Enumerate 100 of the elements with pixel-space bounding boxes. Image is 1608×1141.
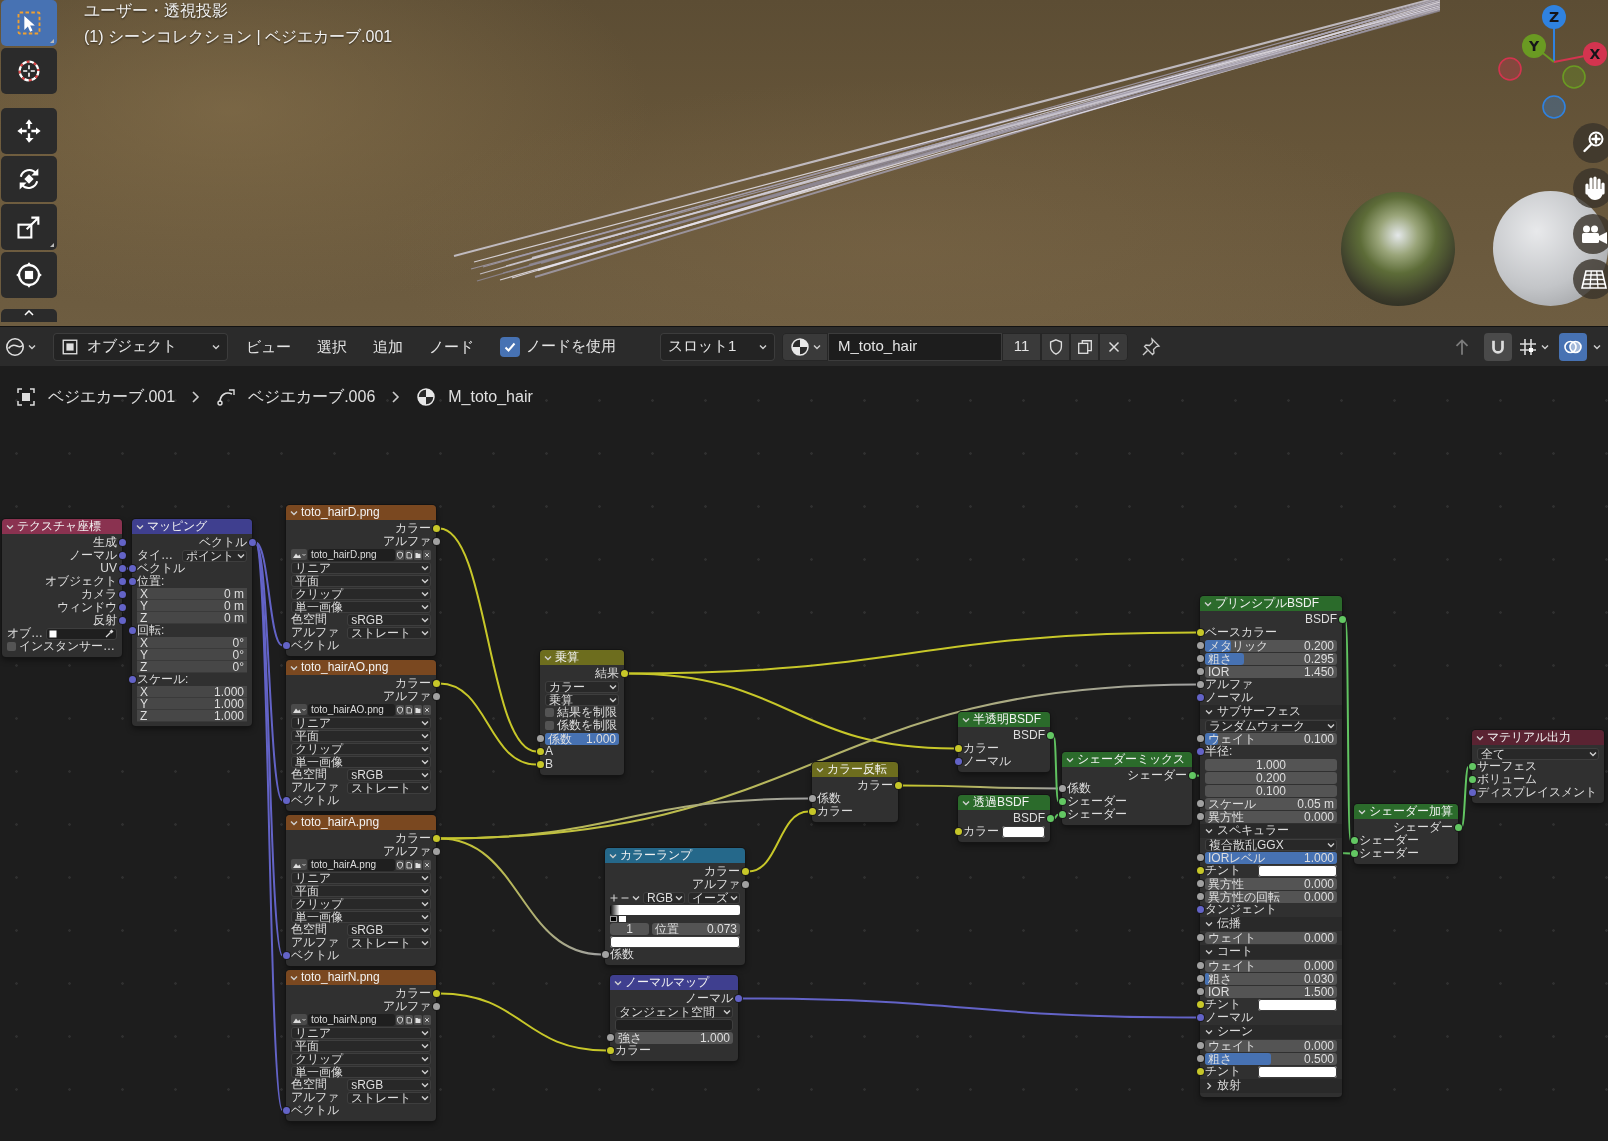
socket-icon[interactable]: [1196, 800, 1204, 807]
image-browse-icon[interactable]: [291, 549, 307, 560]
socket-icon[interactable]: [1196, 629, 1204, 636]
color-swatch[interactable]: [1002, 825, 1045, 838]
socket-icon[interactable]: [1196, 988, 1204, 995]
dropdown[interactable]: 単一画像: [291, 910, 431, 923]
menu-item[interactable]: ビュー: [238, 332, 299, 361]
number-field[interactable]: IOR 1.500: [1205, 985, 1337, 998]
collapse-caret-icon[interactable]: [544, 654, 552, 661]
grid-icon[interactable]: [1573, 259, 1608, 299]
socket-icon[interactable]: [954, 745, 962, 752]
tool-button[interactable]: [1, 108, 57, 154]
socket-icon[interactable]: [1058, 798, 1066, 805]
negative-axis-handle[interactable]: [1562, 65, 1586, 89]
checkbox-label[interactable]: 係数を制限: [557, 719, 617, 732]
socket-icon[interactable]: [1046, 732, 1054, 739]
number-field[interactable]: スケール 0.05 m: [1205, 797, 1337, 810]
add-icon[interactable]: [610, 893, 618, 902]
checkbox[interactable]: [500, 336, 520, 357]
mode-dropdown[interactable]: オブジェクト: [53, 332, 228, 361]
dropdown[interactable]: 単一画像: [291, 600, 431, 613]
file-name-field[interactable]: toto_hairAO.png: [308, 703, 395, 716]
panel-toggle[interactable]: スペキュラー: [1200, 823, 1342, 838]
number-field[interactable]: X 1.000: [137, 686, 247, 698]
collapse-caret-icon[interactable]: [1066, 756, 1074, 763]
number-field[interactable]: Y 0 m: [137, 600, 247, 612]
checkbox[interactable]: [545, 721, 554, 730]
dropdown[interactable]: 平面: [291, 729, 431, 742]
dropdown[interactable]: クリップ: [291, 1052, 431, 1065]
node-link[interactable]: [255, 541, 283, 957]
tool-button[interactable]: [1, 204, 57, 250]
socket-icon[interactable]: [432, 835, 440, 842]
socket-icon[interactable]: [808, 808, 816, 815]
socket-icon[interactable]: [432, 693, 440, 700]
camera-icon[interactable]: [1573, 214, 1608, 254]
panel-toggle[interactable]: サブサーフェス: [1200, 704, 1342, 719]
folder-icon[interactable]: [414, 859, 422, 870]
snap-toggle[interactable]: [1484, 332, 1512, 361]
uv-map-field[interactable]: [615, 1018, 733, 1031]
socket-icon[interactable]: [1196, 1068, 1204, 1075]
panel-toggle[interactable]: シーン: [1200, 1024, 1342, 1039]
socket-icon[interactable]: [432, 538, 440, 545]
collapse-caret-icon[interactable]: [1476, 734, 1484, 741]
socket-icon[interactable]: [1196, 1001, 1204, 1008]
socket-icon[interactable]: [1196, 655, 1204, 662]
checkbox[interactable]: [545, 708, 554, 717]
duplicate-button[interactable]: [1070, 332, 1099, 361]
number-field[interactable]: X 0 m: [137, 588, 247, 600]
dropdown[interactable]: クリップ: [291, 587, 431, 600]
socket-icon[interactable]: [620, 670, 628, 677]
socket-icon[interactable]: [1196, 962, 1204, 969]
document-icon[interactable]: [405, 549, 413, 560]
snap-target-dropdown[interactable]: [1518, 336, 1549, 357]
number-field[interactable]: 0.200: [1205, 771, 1337, 784]
image-browse-icon[interactable]: [291, 1014, 307, 1025]
socket-icon[interactable]: [432, 1003, 440, 1010]
socket-icon[interactable]: [1196, 813, 1204, 820]
node-link[interactable]: [627, 672, 955, 750]
socket-icon[interactable]: [1188, 772, 1196, 779]
caret-icon[interactable]: [632, 894, 640, 901]
dropdown[interactable]: 複合散乱GGX: [1205, 838, 1337, 851]
shield-icon[interactable]: [396, 859, 404, 870]
collapse-caret-icon[interactable]: [290, 664, 298, 671]
collapse-caret-icon[interactable]: [1204, 600, 1212, 607]
color-swatch[interactable]: [1258, 998, 1337, 1011]
socket-icon[interactable]: [1196, 893, 1204, 900]
folder-icon[interactable]: [414, 1014, 422, 1025]
ramp-stop-handle[interactable]: [610, 915, 617, 922]
socket-icon[interactable]: [606, 1047, 614, 1054]
fake-user-button[interactable]: [1041, 332, 1070, 361]
number-field[interactable]: Z 0 m: [137, 612, 247, 624]
unlink-button[interactable]: [1099, 332, 1128, 361]
number-field[interactable]: 異方性 0.000: [1205, 810, 1337, 823]
close-icon[interactable]: [423, 1014, 431, 1025]
dropdown[interactable]: 乗算: [545, 693, 619, 706]
dropdown[interactable]: ストレート: [347, 781, 431, 794]
shield-icon[interactable]: [396, 1014, 404, 1025]
zoom-in-icon[interactable]: [1573, 123, 1608, 163]
panel-toggle[interactable]: 放射: [1200, 1078, 1342, 1093]
close-icon[interactable]: [423, 549, 431, 560]
checkbox-label[interactable]: 結果を制限: [557, 706, 617, 719]
socket-icon[interactable]: [1196, 867, 1204, 874]
value-slider[interactable]: ウェイト 0.000: [1205, 1039, 1337, 1052]
file-name-field[interactable]: toto_hairD.png: [308, 548, 395, 561]
socket-icon[interactable]: [1196, 642, 1204, 649]
socket-icon[interactable]: [1338, 616, 1346, 623]
value-slider[interactable]: ウェイト 0.000: [1205, 959, 1337, 972]
collapse-caret-icon[interactable]: [136, 523, 144, 530]
socket-icon[interactable]: [1196, 1042, 1204, 1049]
socket-icon[interactable]: [1196, 880, 1204, 887]
material-browse-button[interactable]: [782, 332, 828, 361]
socket-icon[interactable]: [536, 735, 544, 742]
dropdown[interactable]: 平面: [291, 574, 431, 587]
dropdown[interactable]: ストレート: [347, 1091, 431, 1104]
socket-icon[interactable]: [1468, 763, 1476, 770]
number-field[interactable]: X 0°: [137, 637, 247, 649]
collapse-caret-icon[interactable]: [290, 974, 298, 981]
document-icon[interactable]: [405, 859, 413, 870]
socket-icon[interactable]: [741, 868, 749, 875]
image-browse-icon[interactable]: [291, 859, 307, 870]
